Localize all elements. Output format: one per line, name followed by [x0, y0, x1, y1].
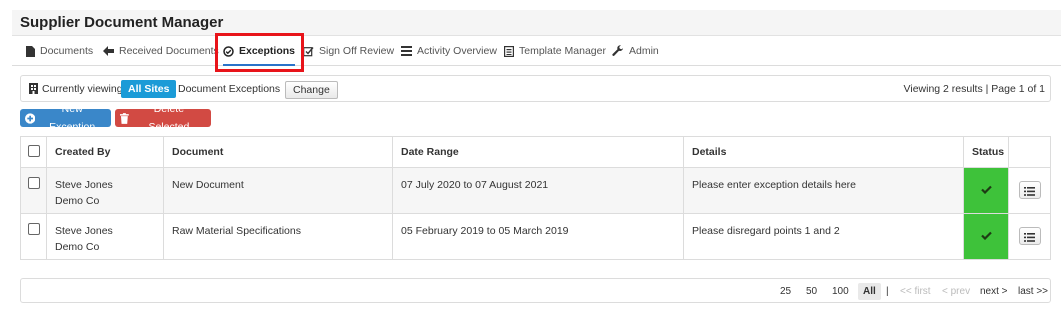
checkmark-icon	[980, 231, 992, 240]
change-button[interactable]: Change	[285, 81, 338, 99]
tab-documents[interactable]: Documents	[26, 37, 93, 65]
created-by-cell: Steve Jones Demo Co	[46, 167, 164, 214]
next-page-link[interactable]: next >	[980, 286, 1008, 297]
tab-template-manager[interactable]: Template Manager	[504, 37, 606, 65]
tab-activity-overview-label: Activity Overview	[417, 45, 497, 57]
list-icon	[401, 46, 412, 56]
column-header-details[interactable]: Details	[683, 136, 964, 168]
column-header-date-range[interactable]: Date Range	[392, 136, 684, 168]
arrow-left-icon	[103, 46, 114, 56]
page-size-100[interactable]: 100	[832, 286, 849, 297]
creator-company: Demo Co	[55, 195, 100, 207]
row-checkbox-cell	[20, 213, 47, 260]
created-by-cell: Steve Jones Demo Co	[46, 213, 164, 260]
last-page-link[interactable]: last >>	[1018, 286, 1048, 297]
page-size-25[interactable]: 25	[780, 286, 791, 297]
checkmark-icon	[980, 185, 992, 194]
exceptions-table: Created By Document Date Range Details S…	[20, 136, 1051, 260]
creator-name: Steve Jones	[55, 179, 113, 191]
tab-received-documents-label: Received Documents	[119, 45, 219, 57]
building-icon	[29, 83, 38, 94]
row-checkbox-cell	[20, 167, 47, 214]
page-size-50[interactable]: 50	[806, 286, 817, 297]
list-icon	[1024, 232, 1035, 242]
new-exception-label: New Exception	[49, 103, 96, 133]
pagination-bar: 25 50 100 All | << first < prev next > l…	[20, 278, 1051, 303]
first-page-link[interactable]: << first	[900, 286, 931, 297]
template-icon	[504, 45, 514, 57]
actions-cell	[1008, 167, 1051, 214]
column-header-actions	[1008, 136, 1051, 168]
page-size-all[interactable]: All	[858, 283, 881, 300]
trash-icon	[120, 112, 129, 124]
table-row[interactable]: Steve Jones Demo Co Raw Material Specifi…	[20, 213, 1051, 260]
document-icon	[26, 45, 35, 57]
column-header-created-by[interactable]: Created By	[46, 136, 164, 168]
tab-sign-off-review[interactable]: Sign Off Review	[303, 37, 394, 65]
details-cell: Please enter exception details here	[683, 167, 964, 214]
edit-check-icon	[303, 46, 314, 56]
pager-separator: |	[886, 286, 889, 297]
tab-template-manager-label: Template Manager	[519, 45, 606, 57]
header-checkbox-cell	[20, 136, 47, 168]
viewing-bar: Currently viewing All Sites Document Exc…	[20, 75, 1051, 102]
status-cell	[963, 167, 1009, 214]
currently-viewing-label: Currently viewing	[42, 83, 123, 95]
row-details-button[interactable]	[1018, 226, 1041, 245]
app-header: Supplier Document Manager	[12, 10, 1061, 36]
date-range-cell: 05 February 2019 to 05 March 2019	[392, 213, 684, 260]
tab-admin[interactable]: Admin	[612, 37, 659, 65]
status-cell	[963, 213, 1009, 260]
details-cell: Please disregard points 1 and 2	[683, 213, 964, 260]
column-header-document[interactable]: Document	[163, 136, 393, 168]
tab-documents-label: Documents	[40, 45, 94, 57]
document-cell: Raw Material Specifications	[163, 213, 393, 260]
row-checkbox[interactable]	[28, 177, 40, 189]
wrench-icon	[612, 45, 623, 56]
site-badge: All Sites	[121, 80, 177, 98]
document-cell: New Document	[163, 167, 393, 214]
results-summary: Viewing 2 results | Page 1 of 1	[903, 83, 1045, 95]
actions-cell	[1008, 213, 1051, 260]
column-header-status[interactable]: Status	[963, 136, 1009, 168]
context-label: Document Exceptions	[178, 83, 281, 95]
delete-selected-label: Delete Selected	[148, 103, 190, 133]
prev-page-link[interactable]: < prev	[942, 286, 970, 297]
table-row[interactable]: Steve Jones Demo Co New Document 07 July…	[20, 167, 1051, 214]
nav-tabs: Documents Received Documents Exceptions …	[12, 37, 1061, 66]
select-all-checkbox[interactable]	[28, 144, 40, 157]
plus-circle-icon	[25, 112, 36, 124]
tab-activity-overview[interactable]: Activity Overview	[401, 37, 497, 65]
new-exception-button[interactable]: New Exception	[20, 103, 111, 133]
app-title: Supplier Document Manager	[20, 14, 224, 31]
delete-selected-button[interactable]: Delete Selected	[115, 103, 211, 133]
exceptions-highlight-box	[215, 33, 304, 72]
date-range-cell: 07 July 2020 to 07 August 2021	[392, 167, 684, 214]
list-icon	[1024, 186, 1035, 196]
row-checkbox[interactable]	[28, 223, 40, 235]
tab-admin-label: Admin	[629, 45, 659, 57]
row-details-button[interactable]	[1018, 180, 1041, 199]
tab-received-documents[interactable]: Received Documents	[103, 37, 219, 65]
creator-company: Demo Co	[55, 241, 100, 253]
creator-name: Steve Jones	[55, 225, 113, 237]
tab-sign-off-review-label: Sign Off Review	[319, 45, 395, 57]
table-header-row: Created By Document Date Range Details S…	[20, 136, 1051, 168]
